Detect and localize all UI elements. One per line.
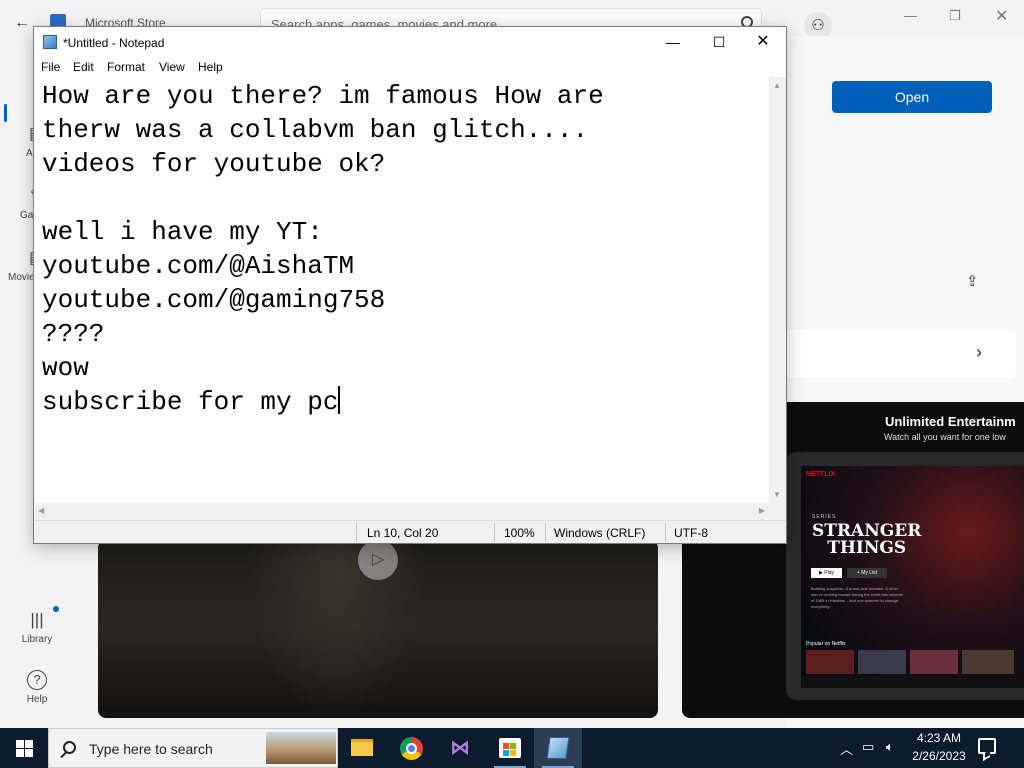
video-scene	[248, 540, 428, 718]
notepad-icon	[43, 35, 57, 49]
store-bag-icon	[499, 738, 521, 758]
back-arrow-icon[interactable]: ←	[14, 14, 30, 32]
nav-library-label: Library	[21, 634, 53, 645]
menu-bar: File Edit Format View Help	[34, 57, 786, 77]
clock-time[interactable]: 4:23 AM	[916, 731, 962, 745]
thumbnail	[858, 650, 906, 674]
minimize-button[interactable]: —	[650, 27, 696, 57]
status-encoding: UTF-8	[674, 526, 708, 540]
chrome-icon	[400, 737, 423, 760]
nav-help-label: Help	[26, 694, 48, 705]
chevron-right-icon[interactable]: ›	[976, 342, 982, 363]
status-cursor-position: Ln 10, Col 20	[367, 526, 439, 540]
text-caret	[338, 386, 341, 414]
horizontal-scrollbar[interactable]: ◀ ▶	[34, 503, 769, 520]
windows-logo-icon	[25, 749, 33, 757]
taskbar-visual-studio[interactable]: ⋈	[436, 728, 484, 768]
close-button[interactable]: ✕	[740, 27, 786, 57]
popular-label: Popular on Netflix	[806, 641, 846, 647]
windows-logo-icon	[16, 740, 24, 748]
status-line-ending: Windows (CRLF)	[554, 526, 646, 540]
store-close-button[interactable]: ✕	[995, 6, 1008, 26]
menu-format[interactable]: Format	[107, 60, 145, 74]
volume-icon[interactable]: 🔈︎	[886, 739, 894, 755]
store-maximize-button[interactable]: ❐	[949, 8, 961, 24]
promo-subhead: Watch all you want for one low	[884, 432, 1006, 442]
scroll-left-icon[interactable]: ◀	[38, 506, 44, 515]
editor-text: How are you there? im famous How are the…	[42, 81, 604, 417]
text-editor[interactable]: How are you there? im famous How are the…	[34, 77, 769, 503]
show-title-line2: THINGS	[827, 538, 907, 558]
chevron-up-icon[interactable]: ︿	[840, 739, 853, 758]
thumbnail	[910, 650, 958, 674]
folder-icon	[351, 739, 373, 756]
status-divider	[665, 523, 666, 542]
clock-date[interactable]: 2/26/2023	[906, 749, 972, 763]
show-title: STRANGER THINGS	[812, 523, 921, 557]
thumbnail	[806, 650, 854, 674]
search-highlight-image[interactable]	[266, 732, 336, 764]
taskbar: Type here to search ⋈ ︿ ▭ 🔈︎ 4:23 AM 2/2…	[0, 728, 1024, 768]
netflix-logo: NETFLIX	[806, 471, 836, 478]
share-icon[interactable]: ⇪	[966, 272, 979, 290]
search-icon-handle	[60, 751, 67, 759]
notepad-title: *Untitled - Notepad	[63, 36, 165, 50]
play-icon[interactable]: ▷	[358, 540, 398, 580]
menu-edit[interactable]: Edit	[73, 60, 94, 74]
nav-help[interactable]: ? Help	[0, 670, 74, 705]
scroll-down-icon[interactable]: ▼	[773, 490, 781, 499]
status-divider	[494, 523, 495, 542]
promo-headline: Unlimited Entertainm	[885, 414, 1016, 429]
netflix-play-button: ▶ Play	[811, 568, 842, 578]
vertical-scrollbar[interactable]: ▲ ▼	[769, 77, 786, 503]
status-divider	[356, 523, 357, 542]
taskbar-file-explorer[interactable]	[338, 728, 386, 768]
show-description: Building suspense. A brand-new menace. A…	[811, 586, 904, 609]
status-zoom: 100%	[504, 526, 535, 540]
scroll-right-icon[interactable]: ▶	[759, 506, 765, 515]
tablet-nav-bar	[801, 676, 1024, 688]
notepad-window: *Untitled - Notepad — ☐ ✕ File Edit Form…	[33, 26, 787, 544]
taskbar-chrome[interactable]	[388, 728, 436, 768]
notification-icon[interactable]	[978, 738, 996, 754]
maximize-button[interactable]: ☐	[696, 27, 742, 57]
windows-logo-icon	[25, 740, 33, 748]
windows-logo-icon	[16, 749, 24, 757]
taskbar-search-placeholder: Type here to search	[89, 741, 213, 757]
network-icon[interactable]: ▭	[862, 739, 874, 755]
series-tag: SERIES	[812, 514, 837, 520]
visual-studio-icon: ⋈	[450, 737, 470, 759]
open-button[interactable]: Open	[832, 81, 992, 113]
taskbar-microsoft-store[interactable]	[486, 728, 534, 768]
menu-file[interactable]: File	[41, 60, 60, 74]
status-divider	[545, 523, 546, 542]
notepad-icon	[546, 737, 570, 759]
library-icon: |||	[30, 610, 44, 629]
scroll-up-icon[interactable]: ▲	[773, 81, 781, 90]
nav-active-indicator	[4, 104, 7, 122]
menu-help[interactable]: Help	[198, 60, 223, 74]
store-minimize-button[interactable]: —	[904, 8, 917, 23]
status-bar: Ln 10, Col 20 100% Windows (CRLF) UTF-8	[34, 520, 786, 543]
thumbnail	[962, 650, 1014, 674]
nav-library[interactable]: ||| Library	[0, 606, 74, 645]
help-icon: ?	[27, 670, 47, 690]
taskbar-notepad[interactable]	[534, 728, 582, 768]
notepad-titlebar[interactable]: *Untitled - Notepad — ☐ ✕	[34, 27, 786, 57]
library-update-dot	[53, 606, 59, 612]
netflix-mylist-button: + My List	[847, 568, 887, 578]
scrollbar-corner	[769, 503, 786, 520]
menu-view[interactable]: View	[159, 60, 185, 74]
system-tray: ︿ ▭ 🔈︎	[836, 728, 916, 768]
start-button[interactable]	[0, 728, 48, 768]
